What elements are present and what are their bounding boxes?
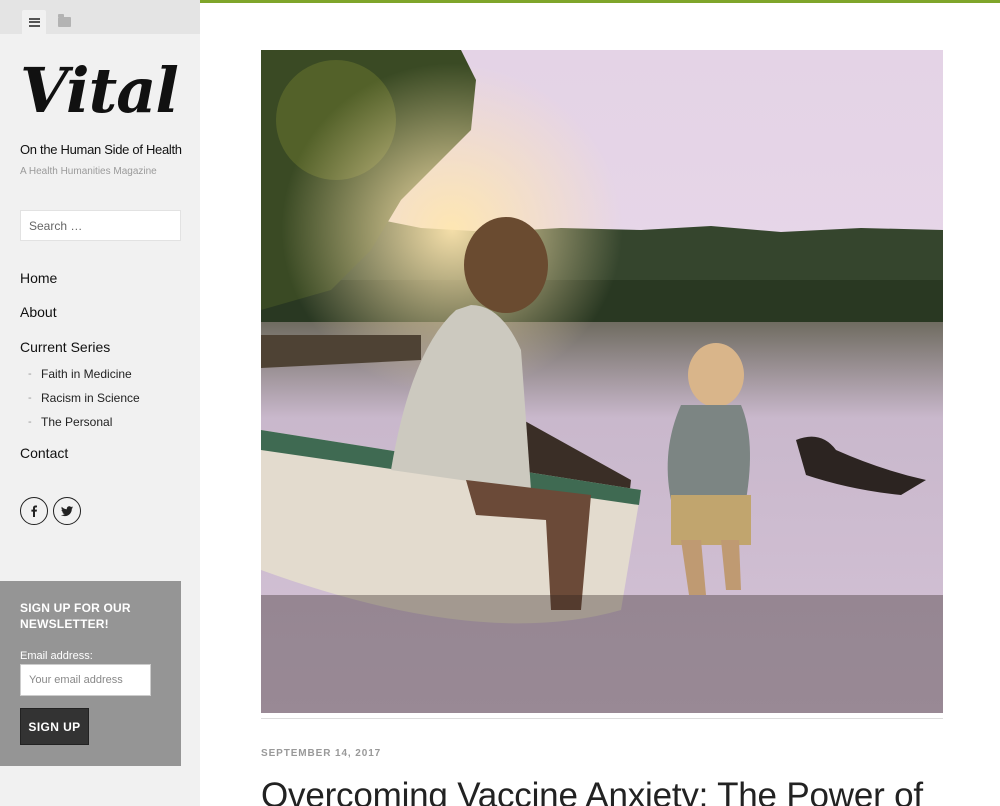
sidebar-tabs (0, 0, 200, 34)
email-field[interactable] (20, 664, 151, 696)
dash-marker: - (28, 392, 32, 404)
nav-racism-in-science[interactable]: - Racism in Science (28, 386, 140, 410)
twitter-link[interactable] (53, 497, 81, 525)
divider (261, 718, 943, 719)
featured-photo (261, 50, 943, 713)
search-input[interactable] (20, 210, 181, 241)
sidebar: Vital On the Human Side of Health A Heal… (0, 0, 200, 806)
site-logo[interactable]: Vital (20, 60, 179, 122)
nav-current-series[interactable]: Current Series (20, 337, 110, 357)
nav-contact[interactable]: Contact (20, 443, 68, 463)
social-links (20, 497, 81, 525)
sub-item-label: Racism in Science (41, 391, 140, 405)
dash-marker: - (28, 368, 32, 380)
site-subtagline: A Health Humanities Magazine (20, 166, 157, 177)
dash-marker: - (28, 416, 32, 428)
folder-icon (57, 14, 71, 27)
post-date: SEPTEMBER 14, 2017 (261, 748, 382, 759)
nav-faith-in-medicine[interactable]: - Faith in Medicine (28, 362, 140, 386)
widgets-tab[interactable] (52, 10, 76, 34)
nav-about[interactable]: About (20, 302, 57, 322)
facebook-icon (31, 505, 37, 517)
menu-tab[interactable] (22, 10, 46, 34)
newsletter-widget: SIGN UP FOR OUR NEWSLETTER! Email addres… (0, 581, 181, 766)
nav-the-personal[interactable]: - The Personal (28, 410, 140, 434)
newsletter-title: SIGN UP FOR OUR NEWSLETTER! (20, 601, 131, 631)
menu-icon (28, 17, 40, 27)
sub-item-label: Faith in Medicine (41, 367, 132, 381)
series-submenu: - Faith in Medicine - Racism in Science -T… (28, 362, 140, 434)
featured-image[interactable] (261, 50, 943, 713)
signup-button[interactable]: SIGN UP (20, 708, 89, 745)
site-tagline: On the Human Side of Health (20, 142, 182, 157)
facebook-link[interactable] (20, 497, 48, 525)
post-title[interactable]: Overcoming Vaccine Anxiety: The Power of (261, 776, 923, 806)
email-label: Email address: (20, 650, 93, 662)
main-content: SEPTEMBER 14, 2017 Overcoming Vaccine An… (200, 3, 1000, 806)
sub-item-label: The Personal (41, 415, 113, 429)
twitter-icon (61, 506, 73, 517)
nav-home[interactable]: Home (20, 268, 57, 288)
